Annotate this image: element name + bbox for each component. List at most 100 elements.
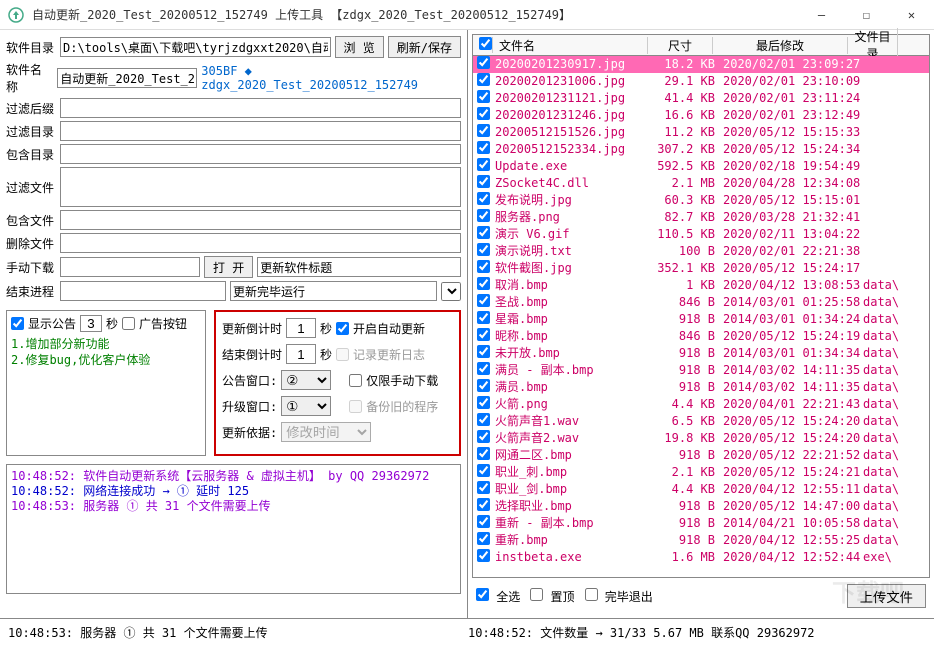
backup-old-label: 备份旧的程序 (366, 398, 438, 415)
update-title-input[interactable] (257, 257, 461, 277)
file-row[interactable]: 职业_剑.bmp4.4 KB2020/04/12 12:55:11data\ (473, 481, 929, 498)
delete-file-label: 删除文件 (6, 235, 56, 252)
update-basis-select: 修改时间 (281, 422, 371, 442)
ad-button-label: 广告按钮 (139, 315, 187, 332)
manual-download-input[interactable] (60, 257, 200, 277)
log-update-checkbox (336, 348, 349, 361)
upload-button[interactable]: 上传文件 (847, 584, 926, 608)
col-date[interactable]: 最后修改 (713, 37, 848, 54)
file-row[interactable]: 重新.bmp918 B2020/04/12 12:55:25data\ (473, 532, 929, 549)
file-row[interactable]: 火箭声音1.wav6.5 KB2020/05/12 15:24:20data\ (473, 413, 929, 430)
file-row[interactable]: 满员 - 副本.bmp918 B2014/03/02 14:11:35data\ (473, 362, 929, 379)
show-announce-label: 显示公告 (28, 315, 76, 332)
file-row[interactable]: 火箭声音2.wav19.8 KB2020/05/12 15:24:20data\ (473, 430, 929, 447)
file-row[interactable]: 圣战.bmp846 B2014/03/01 01:25:58data\ (473, 294, 929, 311)
announce-window-label: 公告窗口: (222, 372, 277, 389)
include-file-input[interactable] (60, 210, 461, 230)
select-all[interactable]: 全选 (476, 588, 520, 605)
end-countdown-input[interactable] (286, 344, 316, 364)
status-left: 10:48:53: 服务器 ① 共 31 个文件需要上传 (8, 624, 468, 641)
file-row[interactable]: 20200512152334.jpg307.2 KB2020/05/12 15:… (473, 141, 929, 158)
file-row[interactable]: 重新 - 副本.bmp918 B2014/04/21 10:05:58data\ (473, 515, 929, 532)
filter-dir-label: 过滤目录 (6, 123, 56, 140)
file-row[interactable]: 职业_刺.bmp2.1 KB2020/05/12 15:24:21data\ (473, 464, 929, 481)
file-list[interactable]: 20200201230917.jpg18.2 KB2020/02/01 23:0… (472, 56, 930, 578)
file-row[interactable]: 演示 V6.gif110.5 KB2020/02/11 13:04:22 (473, 226, 929, 243)
file-row[interactable]: 火箭.png4.4 KB2020/04/01 22:21:43data\ (473, 396, 929, 413)
include-file-label: 包含文件 (6, 212, 56, 229)
end-run-select[interactable] (441, 282, 461, 301)
file-row[interactable]: 选择职业.bmp918 B2020/05/12 14:47:00data\ (473, 498, 929, 515)
file-row[interactable]: Update.exe592.5 KB2020/02/18 19:54:49 (473, 158, 929, 175)
file-row[interactable]: 20200512151526.jpg11.2 KB2020/05/12 15:1… (473, 124, 929, 141)
col-name[interactable]: 文件名 (493, 37, 648, 54)
file-row[interactable]: 网通二区.bmp918 B2020/05/12 22:21:52data\ (473, 447, 929, 464)
config-box: 更新倒计时 秒 开启自动更新 结束倒计时 秒 记录更新日志 公告窗口: ② (214, 310, 461, 456)
file-row[interactable]: 满员.bmp918 B2014/03/02 14:11:35data\ (473, 379, 929, 396)
refresh-button[interactable]: 刷新/保存 (388, 36, 461, 58)
file-row[interactable]: 取消.bmp1 KB2020/04/12 13:08:53data\ (473, 277, 929, 294)
soft-name-extra: 305BF ◆ zdgx_2020_Test_20200512_152749 (201, 64, 461, 92)
file-row[interactable]: instbeta.exe1.6 MB2020/04/12 12:52:44exe… (473, 549, 929, 566)
sec-label: 秒 (106, 315, 118, 332)
close-button[interactable]: ✕ (889, 1, 934, 29)
file-row[interactable]: 20200201231246.jpg16.6 KB2020/02/01 23:1… (473, 107, 929, 124)
header-checkbox[interactable] (479, 37, 492, 50)
filter-file-input[interactable] (60, 167, 461, 207)
announce-list[interactable]: 1.增加部分新功能 2.修复bug,优化客户体验 (11, 336, 201, 368)
ad-button-checkbox[interactable] (122, 317, 135, 330)
manual-download-label: 手动下载 (6, 259, 56, 276)
end-run-input[interactable] (230, 281, 437, 301)
announce-box: 显示公告 秒 广告按钮 1.增加部分新功能 2.修复bug,优化客户体验 (6, 310, 206, 456)
col-size[interactable]: 尺寸 (648, 37, 713, 54)
update-countdown-input[interactable] (286, 318, 316, 338)
soft-dir-input[interactable] (60, 37, 331, 57)
log-box[interactable]: 10:48:52: 软件自动更新系统【云服务器 & 虚拟主机】 by QQ 29… (6, 464, 461, 594)
filter-suffix-input[interactable] (60, 98, 461, 118)
file-row[interactable]: 20200201231121.jpg41.4 KB2020/02/01 23:1… (473, 90, 929, 107)
show-announce-checkbox[interactable] (11, 317, 24, 330)
include-dir-input[interactable] (60, 144, 461, 164)
file-row[interactable]: 发布说明.jpg60.3 KB2020/05/12 15:15:01 (473, 192, 929, 209)
manual-only-label: 仅限手动下载 (366, 372, 438, 389)
soft-name-input[interactable] (57, 68, 197, 88)
soft-name-label: 软件名称 (6, 61, 53, 95)
auto-update-checkbox[interactable] (336, 322, 349, 335)
browse-button[interactable]: 浏 览 (335, 36, 384, 58)
filter-suffix-label: 过滤后缀 (6, 100, 56, 117)
file-row[interactable]: 演示说明.txt100 B2020/02/01 22:21:38 (473, 243, 929, 260)
announce-window-select[interactable]: ② (281, 370, 331, 390)
filter-dir-input[interactable] (60, 121, 461, 141)
open-button[interactable]: 打 开 (204, 256, 253, 278)
file-row[interactable]: 昵称.bmp846 B2020/05/12 15:24:19data\ (473, 328, 929, 345)
top-checkbox[interactable]: 置顶 (530, 588, 574, 605)
titlebar: 自动更新_2020_Test_20200512_152749 上传工具 【zdg… (0, 0, 934, 30)
include-dir-label: 包含目录 (6, 146, 56, 163)
manual-only-checkbox[interactable] (349, 374, 362, 387)
filter-file-label: 过滤文件 (6, 179, 56, 196)
backup-old-checkbox (349, 400, 362, 413)
log-update-label: 记录更新日志 (353, 346, 425, 363)
auto-update-label: 开启自动更新 (353, 320, 425, 337)
file-row[interactable]: 服务器.png82.7 KB2020/03/28 21:32:41 (473, 209, 929, 226)
app-icon (8, 7, 24, 23)
file-row[interactable]: 未开放.bmp918 B2014/03/01 01:34:34data\ (473, 345, 929, 362)
status-right: 10:48:52: 文件数量 → 31/33 5.67 MB 联系QQ 2936… (468, 624, 926, 641)
end-process-label: 结束进程 (6, 283, 56, 300)
file-row[interactable]: 软件截图.jpg352.1 KB2020/05/12 15:24:17 (473, 260, 929, 277)
minimize-button[interactable]: — (799, 1, 844, 29)
upgrade-window-select[interactable]: ① (281, 396, 331, 416)
update-basis-label: 更新依据: (222, 424, 277, 441)
maximize-button[interactable]: ☐ (844, 1, 889, 29)
end-process-input[interactable] (60, 281, 226, 301)
file-row[interactable]: 星霜.bmp918 B2014/03/01 01:34:24data\ (473, 311, 929, 328)
announce-seconds-input[interactable] (80, 315, 102, 332)
file-row[interactable]: 20200201231006.jpg29.1 KB2020/02/01 23:1… (473, 73, 929, 90)
file-row[interactable]: 20200201230917.jpg18.2 KB2020/02/01 23:0… (473, 56, 929, 73)
file-list-header: 文件名 尺寸 最后修改 文件目录 (472, 34, 930, 56)
update-countdown-label: 更新倒计时 (222, 320, 282, 337)
statusbar: 10:48:53: 服务器 ① 共 31 个文件需要上传 10:48:52: 文… (0, 618, 934, 646)
exit-on-done[interactable]: 完毕退出 (585, 588, 653, 605)
delete-file-input[interactable] (60, 233, 461, 253)
file-row[interactable]: ZSocket4C.dll2.1 MB2020/04/28 12:34:08 (473, 175, 929, 192)
